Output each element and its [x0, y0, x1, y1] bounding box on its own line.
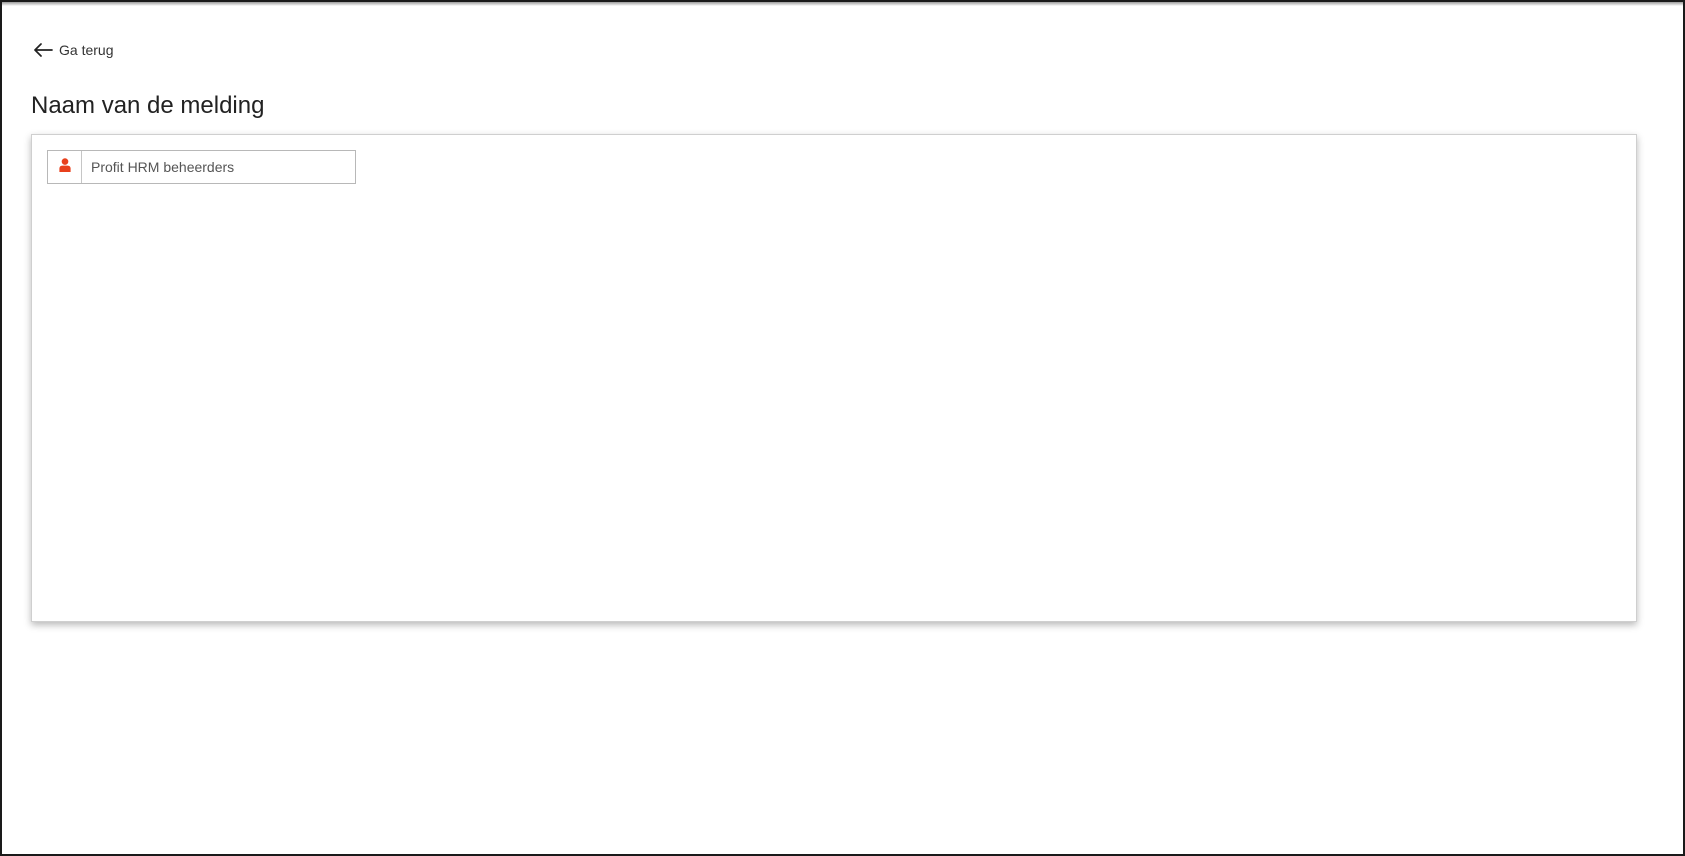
arrow-left-icon: [33, 43, 53, 57]
recipient-label: Profit HRM beheerders: [91, 159, 235, 175]
user-icon: [58, 157, 71, 177]
notification-card: Profit HRM beheerders: [31, 134, 1637, 622]
recipient-item[interactable]: Profit HRM beheerders: [47, 150, 356, 184]
back-link[interactable]: Ga terug: [33, 42, 113, 58]
app-window: Ga terug Naam van de melding Profit HRM …: [0, 0, 1685, 856]
back-link-label: Ga terug: [59, 42, 114, 58]
page-title: Naam van de melding: [31, 92, 265, 119]
recipient-icon-cell: [48, 151, 82, 183]
